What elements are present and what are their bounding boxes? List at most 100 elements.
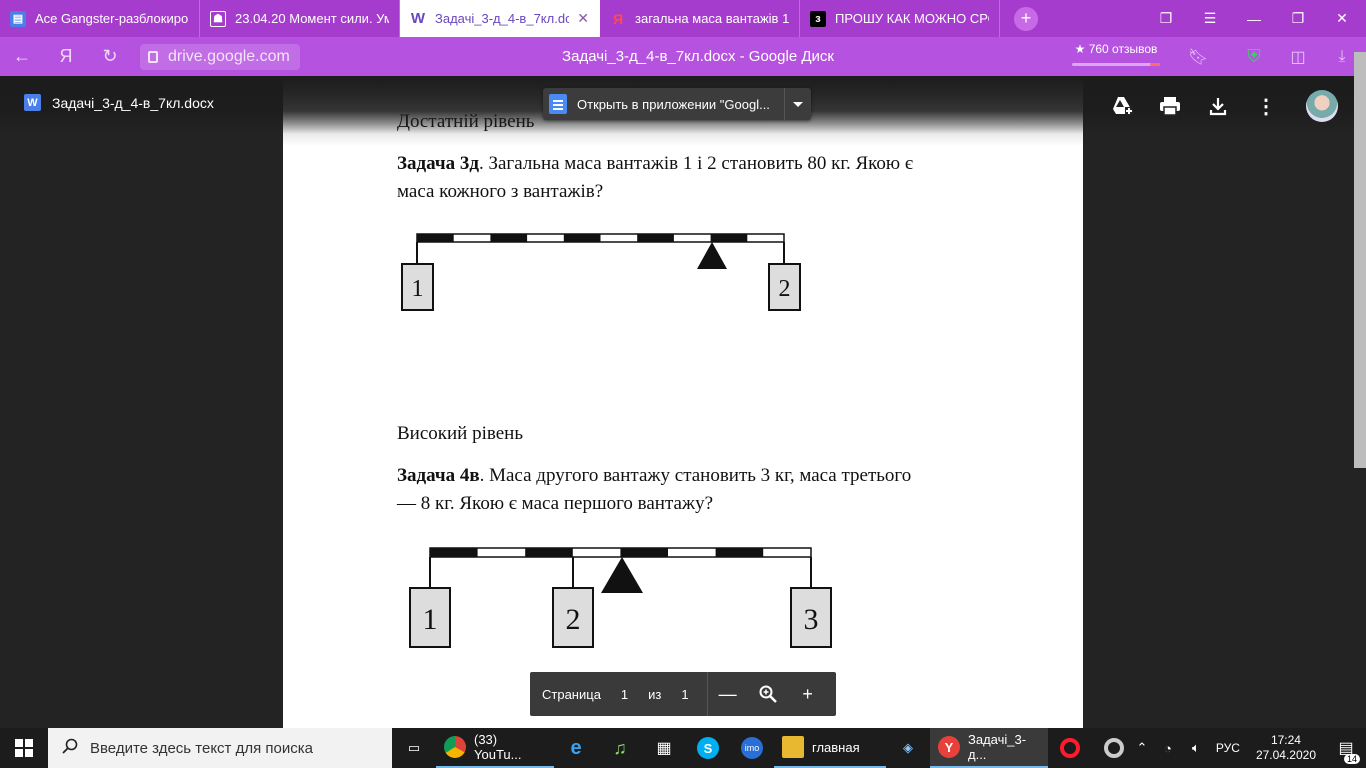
collections-icon[interactable]: ❐	[1144, 0, 1188, 37]
taskbar-search-input[interactable]: Введите здесь текст для поиска	[48, 728, 392, 768]
folder-icon	[782, 736, 804, 758]
language-indicator[interactable]: РУС	[1216, 741, 1240, 755]
document-page: Достатній рівень Задача 3д. Загальна мас…	[283, 76, 1083, 728]
download-icon[interactable]	[1206, 94, 1230, 118]
google-docs-icon	[549, 94, 567, 114]
taskbar-app-folder[interactable]: главная	[774, 728, 886, 768]
zoom-icon[interactable]	[748, 685, 788, 703]
new-tab-button[interactable]: +	[1014, 6, 1038, 31]
section-heading-high: Високий рівень	[397, 423, 523, 444]
imo-icon[interactable]: imo	[730, 728, 774, 768]
task-3d-line1: . Загальна маса вантажів 1 і 2 становить…	[478, 153, 914, 174]
file-name-text: Задачі_3-д_4-в_7кл.docx	[52, 94, 214, 111]
open-with-label: Открыть в приложении "Googl...	[577, 96, 770, 112]
search-icon	[62, 738, 78, 758]
task-3d-line2: маса кожного з вантажів?	[397, 181, 604, 202]
tab-title: Задачі_3-д_4-в_7кл.doc	[435, 11, 570, 26]
yandex-browser-icon: Y	[938, 736, 960, 758]
reviews-text: ★ 760 отзывов	[1074, 42, 1158, 56]
notification-count: 14	[1343, 754, 1360, 764]
task-4v-line1: . Маса другого вантажу становить 3 кг, м…	[479, 465, 912, 486]
page-label: Страница	[542, 686, 601, 702]
chrome-icon	[444, 736, 466, 758]
taskbar-app-chrome[interactable]: (33) YouTu...	[436, 728, 554, 768]
weight-label-1: 1	[423, 603, 438, 636]
classroom-icon: ☗	[210, 10, 226, 27]
taskbar: Введите здесь текст для поиска ▭ (33) Yo…	[0, 728, 1366, 768]
music-icon[interactable]: ♫	[598, 728, 642, 768]
url-field[interactable]: drive.google.com	[140, 44, 300, 70]
app-label: (33) YouTu...	[474, 732, 522, 762]
menu-icon[interactable]: ☰	[1188, 0, 1232, 37]
close-icon[interactable]: ✕	[577, 10, 589, 27]
page-navigator: Страница 1 из 1 — +	[530, 672, 836, 716]
zoom-out-icon[interactable]: —	[708, 684, 748, 705]
page-total: 1	[681, 686, 689, 702]
clock[interactable]: 17:24 27.04.2020	[1256, 733, 1316, 763]
edge-icon[interactable]: e	[554, 728, 598, 768]
task-4v-title: Задача 4в	[397, 465, 480, 486]
task-3d-title: Задача 3д	[397, 153, 479, 174]
back-arrow-icon[interactable]: ←	[0, 37, 44, 76]
avatar[interactable]	[1306, 90, 1338, 122]
zoom-in-icon[interactable]: +	[788, 684, 828, 705]
extensions-icon[interactable]: ◫	[1276, 37, 1320, 76]
close-window-button[interactable]: ✕	[1320, 0, 1364, 37]
tab-moment-sily[interactable]: ☗ 23.04.20 Момент сили. Ум	[200, 0, 400, 37]
skype-icon[interactable]: S	[686, 728, 730, 768]
store-icon[interactable]: ▦	[642, 728, 686, 768]
drive-viewer: Достатній рівень Задача 3д. Загальна мас…	[0, 76, 1366, 728]
lever-diagram-1: 1 2	[401, 233, 801, 311]
app-label: главная	[812, 739, 860, 755]
task-3d-text: Задача 3д. Загальна маса вантажів 1 і 2 …	[397, 150, 913, 178]
lever-diagram-2: 1 2 3	[409, 547, 832, 648]
tab-yandex-search[interactable]: Я загальна маса вантажів 1	[600, 0, 800, 37]
windows-start-icon[interactable]	[0, 728, 48, 768]
restore-button[interactable]: ❐	[1276, 0, 1320, 37]
reviews-badge[interactable]: ★ 760 отзывов	[1068, 42, 1164, 68]
opera-icon[interactable]	[1048, 728, 1092, 768]
url-text: drive.google.com	[168, 48, 290, 65]
weight-label-1: 1	[412, 276, 424, 302]
print-icon[interactable]	[1158, 94, 1182, 118]
chevron-down-icon[interactable]	[785, 102, 811, 107]
weight-label-2: 2	[779, 276, 791, 302]
bookmark-icon[interactable]: 🔖︎	[1176, 37, 1220, 76]
taskbar-app-yandex[interactable]: Y Задачі_3-д...	[930, 728, 1048, 768]
weight-label-2: 2	[566, 603, 581, 636]
task-4v-line2: — 8 кг. Якою є маса першого вантажу?	[397, 493, 713, 514]
app-label: Задачі_3-д...	[968, 732, 1027, 762]
task-view-icon[interactable]: ▭	[392, 728, 436, 768]
scrollbar[interactable]	[1354, 52, 1366, 468]
more-options-icon[interactable]: ⋮	[1254, 94, 1278, 118]
chevron-up-icon[interactable]: ⌃	[1130, 728, 1154, 768]
tab-zadachi-active[interactable]: W Задачі_3-д_4-в_7кл.doc ✕	[400, 0, 600, 37]
search-placeholder: Введите здесь текст для поиска	[90, 739, 313, 757]
doc-icon: ▤	[10, 10, 26, 27]
word-icon: W	[410, 10, 426, 27]
notifications-icon[interactable]: ▤ 14	[1326, 738, 1366, 764]
clock-time: 17:24	[1270, 733, 1301, 747]
minimize-button[interactable]: —	[1232, 0, 1276, 37]
tab-ace-gangster[interactable]: ▤ Ace Gangster-разблокиро	[0, 0, 200, 37]
yandex-home-icon[interactable]: Я	[44, 37, 88, 76]
page-current[interactable]: 1	[621, 687, 628, 702]
tab-title: 23.04.20 Момент сили. Ум	[235, 11, 389, 26]
tab-title: загальна маса вантажів 1	[635, 11, 789, 26]
tab-znanija[interactable]: з ПРОШУ КАК МОЖНО СРО	[800, 0, 1000, 37]
clock-date: 27.04.2020	[1255, 748, 1316, 762]
reviews-bar	[1072, 63, 1160, 66]
task-4v-text: Задача 4в. Маса другого вантажу становит…	[397, 462, 911, 490]
znanija-icon: з	[810, 10, 826, 27]
lock-icon	[148, 51, 158, 63]
app-icon[interactable]: ◈	[886, 728, 930, 768]
volume-icon[interactable]: 🔈︎	[1182, 728, 1210, 768]
add-to-drive-icon[interactable]	[1110, 94, 1134, 118]
system-tray: ⌃ ◔ 🔈︎ РУС 17:24 27.04.2020 ▤ 14	[1130, 728, 1366, 768]
protect-shield-icon[interactable]: ⛨	[1232, 37, 1276, 76]
weight-label-3: 3	[804, 603, 819, 636]
file-name: W Задачі_3-д_4-в_7кл.docx	[24, 94, 214, 111]
wifi-icon[interactable]: ◔	[1154, 728, 1182, 768]
reload-icon[interactable]: ↻	[88, 37, 132, 76]
open-with-button[interactable]: Открыть в приложении "Googl...	[543, 88, 811, 120]
